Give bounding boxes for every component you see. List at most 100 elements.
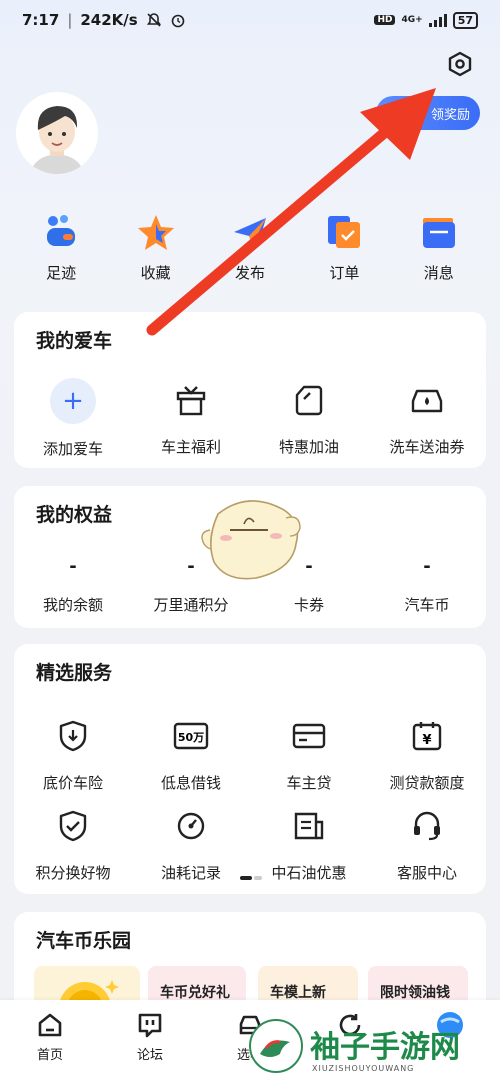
service-fuel-log[interactable]: 油耗记录 xyxy=(132,804,250,883)
forum-icon xyxy=(138,1013,162,1038)
service-insurance[interactable]: 底价车险 xyxy=(14,714,132,793)
quick-publish[interactable]: 发布 xyxy=(215,212,285,283)
car-coins-label: 汽车币 xyxy=(404,596,450,614)
calendar-yuan-text: ¥ xyxy=(422,733,431,748)
fuel-discount-button[interactable]: 特惠加油 xyxy=(250,378,368,459)
nav-home[interactable]: 首页 xyxy=(15,1010,85,1084)
gear-hex-icon xyxy=(448,51,472,77)
nav-home-label: 首页 xyxy=(36,1048,63,1063)
gauge-icon xyxy=(177,812,205,840)
benefits-title: 我的权益 xyxy=(36,504,113,526)
promo-fuel-money-label: 限时领油钱 xyxy=(380,985,450,1001)
quick-actions: 足迹 收藏 发布 订单 消息 xyxy=(0,212,500,283)
nav-forum[interactable]: 论坛 xyxy=(115,1010,185,1084)
avatar[interactable] xyxy=(16,92,98,174)
card-icon xyxy=(292,723,326,749)
gift-icon xyxy=(176,386,206,416)
mute-icon xyxy=(146,13,161,27)
owner-benefits-label: 车主福利 xyxy=(160,438,221,456)
service-fuel-log-label: 油耗记录 xyxy=(160,864,221,882)
page-indicator xyxy=(240,876,262,880)
watermark-bird-logo xyxy=(249,1019,303,1073)
reward-label: 领奖励 xyxy=(430,107,470,123)
send-icon xyxy=(233,218,266,246)
shield-check-icon xyxy=(59,810,87,842)
home-icon xyxy=(38,1013,62,1037)
quick-orders-label: 订单 xyxy=(329,264,360,282)
status-speed: 242K/s xyxy=(80,11,138,29)
watermark: 袖子手游网 XIUZISHOUYOUWANG xyxy=(248,1010,500,1084)
service-petrochina-label: 中石油优惠 xyxy=(271,864,347,882)
service-owner-loan-label: 车主贷 xyxy=(286,774,332,792)
quick-orders[interactable]: 订单 xyxy=(309,212,379,283)
network-label: 4G+ xyxy=(401,15,423,25)
quick-messages[interactable]: 消息 xyxy=(404,212,474,283)
order-icon xyxy=(328,216,361,248)
headset-icon xyxy=(414,811,440,841)
money-50-text: 50万 xyxy=(178,731,204,744)
shield-down-icon xyxy=(59,720,87,752)
services-title: 精选服务 xyxy=(36,662,113,684)
service-credit-check[interactable]: ¥ 测贷款额度 xyxy=(368,714,486,793)
signal-icon xyxy=(428,13,447,27)
fuel-discount-label: 特惠加油 xyxy=(278,438,339,456)
owner-benefits-button[interactable]: 车主福利 xyxy=(132,378,250,459)
service-insurance-label: 底价车险 xyxy=(42,774,103,792)
my-car-title: 我的爱车 xyxy=(36,330,113,352)
balance-value: - xyxy=(69,556,77,577)
watermark-text: 袖子手游网 xyxy=(310,1030,460,1065)
service-support[interactable]: 客服中心 xyxy=(368,804,486,883)
balance-label: 我的余额 xyxy=(42,596,103,614)
car-coins-item[interactable]: - 汽车币 xyxy=(368,556,486,615)
status-time: 7:17 xyxy=(22,11,60,29)
hd-badge: HD xyxy=(374,15,396,25)
quick-messages-label: 消息 xyxy=(423,264,454,282)
quick-footprint-label: 足迹 xyxy=(46,264,77,282)
mascot-sticker xyxy=(201,500,301,580)
star-icon xyxy=(137,215,174,250)
quick-favorites-label: 收藏 xyxy=(140,264,171,282)
promo-exchange-gifts-label: 车币兑好礼 xyxy=(160,985,230,1001)
quick-publish-label: 发布 xyxy=(234,264,265,282)
reward-button[interactable]: 领奖励 xyxy=(376,96,480,130)
quick-footprint[interactable]: 足迹 xyxy=(26,212,96,283)
plus-icon: + xyxy=(50,378,96,424)
calendar-yuan-icon: ¥ xyxy=(412,722,442,751)
service-owner-loan[interactable]: 车主贷 xyxy=(250,714,368,793)
add-car-label: 添加爱车 xyxy=(42,440,103,458)
message-icon xyxy=(422,218,455,248)
service-petrochina[interactable]: 中石油优惠 xyxy=(250,804,368,883)
status-bar: 7:17 | 242K/s HD 4G+ 57 xyxy=(0,0,500,40)
service-points-exchange[interactable]: 积分换好物 xyxy=(14,804,132,883)
service-loan[interactable]: 50万 低息借钱 xyxy=(132,714,250,793)
footprint-icon xyxy=(47,215,76,246)
user-avatar-illustration xyxy=(16,92,98,174)
promo-new-models-label: 车模上新 xyxy=(270,985,326,1001)
nav-forum-label: 论坛 xyxy=(136,1048,163,1063)
coupon-icon xyxy=(294,812,324,840)
alarm-icon xyxy=(171,14,185,28)
points-label: 万里通积分 xyxy=(153,596,229,614)
settings-button[interactable] xyxy=(444,48,476,80)
car-wash-icon xyxy=(411,389,443,413)
coupons-value: - xyxy=(305,556,313,577)
fuel-icon xyxy=(295,385,323,416)
coupons-label: 卡券 xyxy=(293,596,324,614)
services-card: 精选服务 底价车险 50万 低息借钱 车主贷 ¥ 测贷款额度 积分换好物 油耗记… xyxy=(14,644,486,894)
money-50-icon: 50万 xyxy=(173,722,209,750)
balance-item[interactable]: - 我的余额 xyxy=(14,556,132,615)
service-credit-check-label: 测贷款额度 xyxy=(389,774,465,792)
car-coins-value: - xyxy=(423,556,431,577)
car-wash-button[interactable]: 洗车送油券 xyxy=(368,378,486,459)
service-loan-label: 低息借钱 xyxy=(160,774,221,792)
watermark-subtext: XIUZISHOUYOUWANG xyxy=(312,1064,415,1073)
service-points-exchange-label: 积分换好物 xyxy=(35,864,111,882)
points-value: - xyxy=(187,556,195,577)
car-coin-park-title: 汽车币乐园 xyxy=(36,930,132,952)
car-wash-label: 洗车送油券 xyxy=(389,438,465,456)
my-car-card: 我的爱车 + 添加爱车 车主福利 特惠加油 洗车送油券 xyxy=(14,312,486,468)
add-car-button[interactable]: + 添加爱车 xyxy=(14,378,132,459)
battery-indicator: 57 xyxy=(452,11,478,29)
quick-favorites[interactable]: 收藏 xyxy=(121,212,191,283)
service-support-label: 客服中心 xyxy=(396,864,457,882)
